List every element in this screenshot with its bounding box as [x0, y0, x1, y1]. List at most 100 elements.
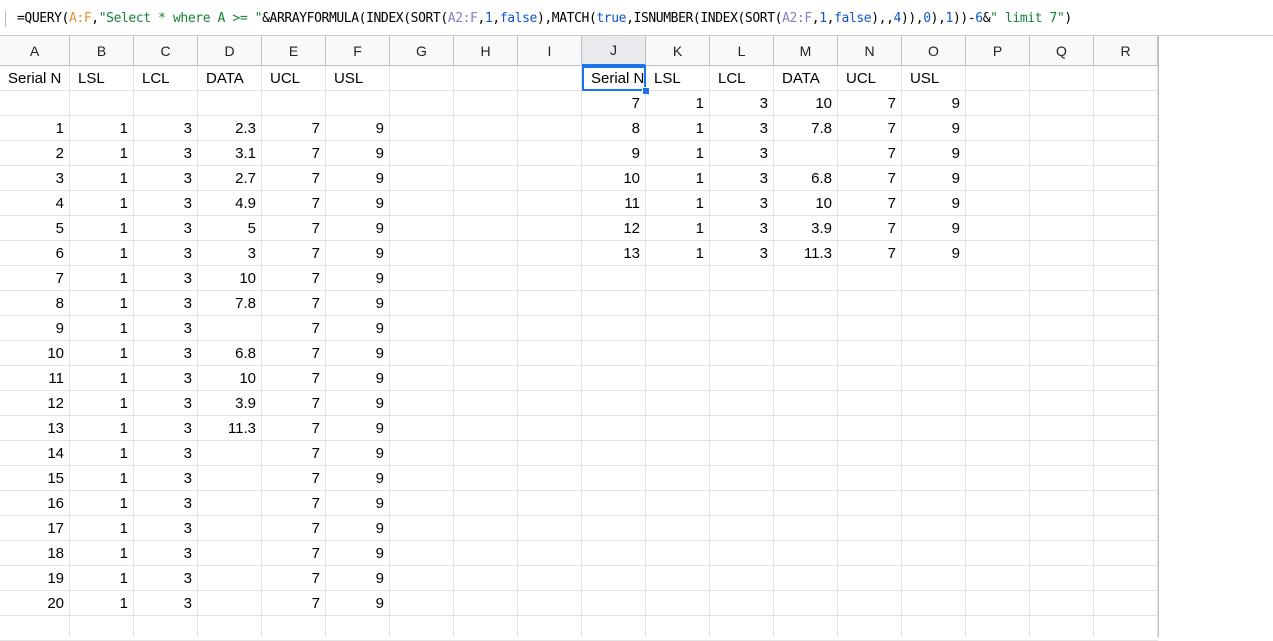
- column-header-d[interactable]: D: [198, 36, 262, 66]
- column-header-p[interactable]: P: [966, 36, 1030, 66]
- table-cell[interactable]: 3: [134, 516, 198, 541]
- formula-bar[interactable]: =QUERY(A:F,"Select * where A >= "&ARRAYF…: [0, 0, 1273, 36]
- table-cell[interactable]: 9: [0, 316, 70, 341]
- header-cell[interactable]: LCL: [134, 66, 198, 91]
- table-cell[interactable]: 9: [902, 191, 966, 216]
- table-cell[interactable]: [198, 566, 262, 591]
- table-cell[interactable]: 3: [134, 116, 198, 141]
- column-header-f[interactable]: F: [326, 36, 390, 66]
- table-cell[interactable]: 17: [0, 516, 70, 541]
- table-cell[interactable]: 14: [0, 441, 70, 466]
- table-cell[interactable]: [198, 491, 262, 516]
- table-cell[interactable]: 7: [262, 491, 326, 516]
- table-cell[interactable]: 7: [262, 216, 326, 241]
- table-cell[interactable]: 7: [262, 391, 326, 416]
- table-cell[interactable]: 1: [70, 191, 134, 216]
- table-cell[interactable]: 2.3: [198, 116, 262, 141]
- header-cell[interactable]: USL: [902, 66, 966, 91]
- header-cell[interactable]: LCL: [710, 66, 774, 91]
- table-cell[interactable]: [198, 591, 262, 616]
- table-cell[interactable]: 4.9: [198, 191, 262, 216]
- table-cell[interactable]: 3: [134, 466, 198, 491]
- table-cell[interactable]: 7: [838, 91, 902, 116]
- table-cell[interactable]: 7: [262, 241, 326, 266]
- selected-cell[interactable]: Serial N: [582, 66, 646, 91]
- table-cell[interactable]: 7: [838, 191, 902, 216]
- header-cell[interactable]: DATA: [198, 66, 262, 91]
- table-cell[interactable]: 1: [646, 216, 710, 241]
- table-cell[interactable]: 7: [262, 166, 326, 191]
- table-cell[interactable]: 7.8: [774, 116, 838, 141]
- table-cell[interactable]: 9: [326, 316, 390, 341]
- table-cell[interactable]: 1: [70, 591, 134, 616]
- column-header-g[interactable]: G: [390, 36, 454, 66]
- table-cell[interactable]: 5: [0, 216, 70, 241]
- table-cell[interactable]: 1: [646, 191, 710, 216]
- table-cell[interactable]: 3.9: [198, 391, 262, 416]
- table-cell[interactable]: 9: [326, 341, 390, 366]
- table-cell[interactable]: 9: [326, 566, 390, 591]
- header-cell[interactable]: Serial N: [0, 66, 70, 91]
- table-cell[interactable]: 10: [582, 166, 646, 191]
- table-cell[interactable]: 7: [262, 441, 326, 466]
- table-cell[interactable]: 1: [70, 541, 134, 566]
- table-cell[interactable]: 1: [646, 241, 710, 266]
- table-cell[interactable]: 5: [198, 216, 262, 241]
- table-cell[interactable]: [198, 441, 262, 466]
- table-cell[interactable]: 3: [134, 566, 198, 591]
- table-cell[interactable]: 7: [262, 416, 326, 441]
- table-cell[interactable]: 3: [710, 91, 774, 116]
- table-cell[interactable]: 1: [646, 116, 710, 141]
- table-cell[interactable]: 1: [70, 141, 134, 166]
- table-cell[interactable]: 7: [262, 566, 326, 591]
- table-cell[interactable]: 3: [134, 266, 198, 291]
- table-cell[interactable]: 6.8: [198, 341, 262, 366]
- table-cell[interactable]: 10: [774, 91, 838, 116]
- table-cell[interactable]: 1: [70, 366, 134, 391]
- table-cell[interactable]: 7: [838, 241, 902, 266]
- table-cell[interactable]: [774, 141, 838, 166]
- table-cell[interactable]: 11: [0, 366, 70, 391]
- table-cell[interactable]: 1: [70, 216, 134, 241]
- table-cell[interactable]: 9: [326, 541, 390, 566]
- table-cell[interactable]: 10: [198, 266, 262, 291]
- table-cell[interactable]: 6: [0, 241, 70, 266]
- table-cell[interactable]: 7: [582, 91, 646, 116]
- table-cell[interactable]: 7: [262, 291, 326, 316]
- table-cell[interactable]: [134, 91, 198, 116]
- table-cell[interactable]: 9: [326, 116, 390, 141]
- table-cell[interactable]: 18: [0, 541, 70, 566]
- table-cell[interactable]: 9: [902, 241, 966, 266]
- header-cell[interactable]: LSL: [70, 66, 134, 91]
- table-cell[interactable]: [198, 91, 262, 116]
- table-cell[interactable]: 9: [326, 591, 390, 616]
- table-cell[interactable]: 7: [262, 116, 326, 141]
- header-cell[interactable]: USL: [326, 66, 390, 91]
- table-cell[interactable]: 9: [902, 216, 966, 241]
- table-cell[interactable]: 3: [0, 166, 70, 191]
- table-cell[interactable]: 9: [902, 166, 966, 191]
- formula-text[interactable]: =QUERY(A:F,"Select * where A >= "&ARRAYF…: [17, 10, 1072, 28]
- table-cell[interactable]: 1: [70, 391, 134, 416]
- table-cell[interactable]: 10: [198, 366, 262, 391]
- table-cell[interactable]: [326, 91, 390, 116]
- table-cell[interactable]: 9: [326, 491, 390, 516]
- table-cell[interactable]: 3: [134, 216, 198, 241]
- table-cell[interactable]: 1: [70, 166, 134, 191]
- table-cell[interactable]: 3: [710, 241, 774, 266]
- table-cell[interactable]: 3.9: [774, 216, 838, 241]
- table-cell[interactable]: 7: [262, 516, 326, 541]
- table-cell[interactable]: [198, 516, 262, 541]
- table-cell[interactable]: 9: [582, 141, 646, 166]
- column-header-b[interactable]: B: [70, 36, 134, 66]
- table-cell[interactable]: 15: [0, 466, 70, 491]
- column-header-q[interactable]: Q: [1030, 36, 1094, 66]
- table-cell[interactable]: 1: [70, 316, 134, 341]
- header-cell[interactable]: DATA: [774, 66, 838, 91]
- table-cell[interactable]: 3: [134, 391, 198, 416]
- table-cell[interactable]: 7: [262, 591, 326, 616]
- column-header-r[interactable]: R: [1094, 36, 1158, 66]
- table-cell[interactable]: 3: [710, 116, 774, 141]
- table-cell[interactable]: 7: [838, 166, 902, 191]
- table-cell[interactable]: 9: [902, 116, 966, 141]
